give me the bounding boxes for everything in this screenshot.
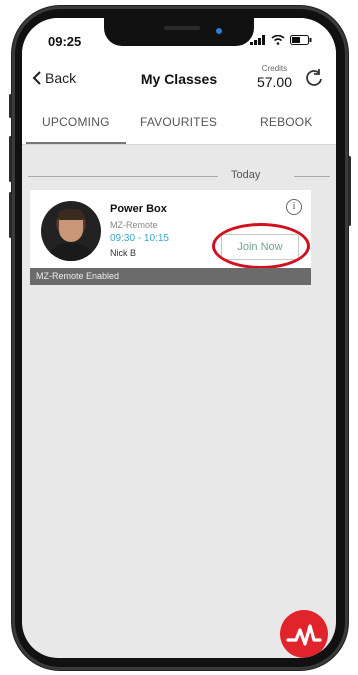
tab-bar: UPCOMING FAVOURITES REBOOK — [22, 102, 336, 145]
divider-line-right — [294, 176, 330, 177]
nav-bar: Back My Classes Credits 57.00 — [22, 58, 336, 102]
day-label: Today — [231, 169, 261, 181]
mute-switch — [9, 94, 12, 118]
notch — [104, 18, 254, 46]
divider-line-left — [28, 176, 218, 177]
tab-favourites[interactable]: FAVOURITES — [140, 115, 217, 129]
battery-icon — [290, 35, 312, 45]
highlight-circle — [212, 223, 310, 269]
info-icon[interactable]: i — [286, 199, 302, 215]
class-card[interactable]: Power Box MZ-Remote 09:30 - 10:15 Nick B… — [30, 190, 311, 269]
instructor-avatar — [41, 201, 101, 261]
class-location: MZ-Remote — [110, 220, 158, 230]
status-time: 09:25 — [48, 34, 82, 49]
tab-upcoming[interactable]: UPCOMING — [42, 115, 110, 129]
day-divider: Today — [28, 169, 330, 183]
class-instructor: Nick B — [110, 248, 137, 258]
wifi-icon — [271, 35, 285, 45]
active-tab-indicator — [26, 142, 126, 144]
status-icons — [250, 35, 312, 45]
power-button — [348, 156, 351, 226]
remote-enabled-bar: MZ-Remote Enabled — [30, 268, 311, 285]
avatar-hair — [58, 209, 84, 220]
avatar-shirt — [47, 243, 95, 261]
credits-display: Credits 57.00 — [257, 64, 292, 90]
speaker — [164, 26, 200, 30]
app-logo-button[interactable] — [280, 610, 328, 658]
signal-icon — [250, 35, 265, 45]
class-time: 09:30 - 10:15 — [110, 233, 169, 244]
class-name: Power Box — [110, 203, 167, 215]
heartbeat-logo-icon — [286, 624, 322, 646]
remote-enabled-label: MZ-Remote Enabled — [36, 271, 120, 281]
credits-value: 57.00 — [256, 74, 292, 90]
refresh-icon — [306, 69, 322, 86]
tab-rebook[interactable]: REBOOK — [260, 115, 313, 129]
app-screen: 09:25 Back My Classes Credits 57.00 UPCO… — [22, 18, 336, 658]
volume-up-button — [9, 136, 12, 182]
camera-dot — [216, 28, 222, 34]
refresh-button[interactable] — [304, 68, 324, 94]
credits-label: Credits — [261, 64, 288, 73]
volume-down-button — [9, 192, 12, 238]
